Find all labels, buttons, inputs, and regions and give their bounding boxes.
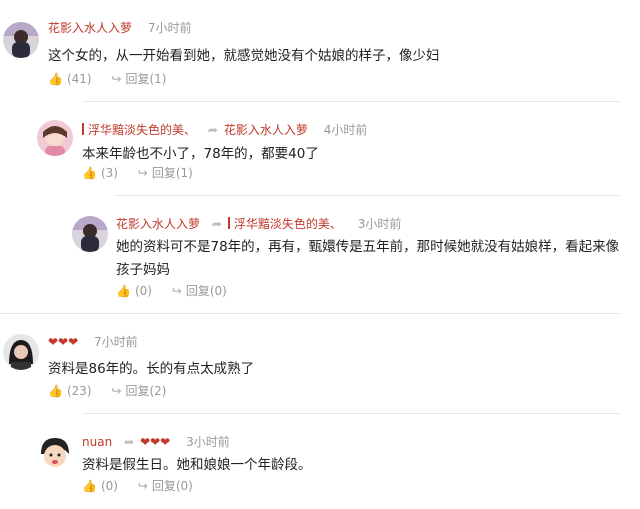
comment-meta: nuan ➦ ❤❤❤ 3小时前 — [82, 434, 230, 450]
comment-text-line-1: 她的资料可不是78年的，再有，甄嬛传是五年前，那时候她就没有姑娘样，看起来像 — [116, 239, 620, 255]
thumbs-up-icon: 👍 — [48, 384, 63, 398]
comment-text: 这个女的，从一开始看到她，就感觉她没有个姑娘的样子，像少妇 — [48, 48, 440, 64]
reply-arrow-icon: ↪ — [111, 384, 122, 398]
username-link[interactable]: ❤❤❤ — [48, 335, 78, 349]
thumbs-up-icon: 👍 — [82, 166, 97, 180]
reply-arrow-icon: ↪ — [171, 284, 182, 298]
comment-text-line-2: 孩子妈妈 — [116, 262, 170, 278]
reply-button[interactable]: ↪ 回复(2) — [111, 383, 166, 399]
reply-button[interactable]: ↪ 回复(0) — [138, 478, 193, 494]
comment-actions: 👍 (23) ↪ 回复(2) — [48, 383, 182, 399]
comment-actions: 👍 (41) ↪ 回复(1) — [48, 71, 182, 87]
reply-arrow-icon: ↪ — [137, 479, 148, 493]
avatar[interactable] — [72, 216, 108, 252]
reply-to-arrow-icon: ➦ — [207, 123, 218, 137]
reply-button[interactable]: ↪ 回复(1) — [111, 71, 166, 87]
reply-to-username-link[interactable]: ❤❤❤ — [140, 435, 170, 449]
divider — [82, 101, 620, 102]
reply-to-username-link[interactable]: 浮华黯淡失色的美、 — [234, 217, 342, 231]
comment-actions: 👍 (0) ↪ 回复(0) — [116, 283, 243, 299]
thumbs-up-icon: 👍 — [116, 284, 131, 298]
comment-actions: 👍 (3) ↪ 回复(1) — [82, 165, 209, 181]
comment-meta: 花影入水人入萝 ➦ 浮华黯淡失色的美、 3小时前 — [116, 216, 401, 232]
comment-actions: 👍 (0) ↪ 回复(0) — [82, 478, 209, 494]
divider — [82, 413, 620, 414]
reply-to-username-link[interactable]: 花影入水人入萝 — [224, 123, 308, 137]
username-link[interactable]: 浮华黯淡失色的美、 — [88, 123, 196, 137]
comment-meta: 浮华黯淡失色的美、 ➦ 花影入水人入萝 4小时前 — [82, 122, 367, 138]
thumbs-up-icon: 👍 — [82, 479, 97, 493]
avatar[interactable] — [3, 334, 39, 370]
reply-arrow-icon: ↪ — [111, 72, 122, 86]
timestamp: 7小时前 — [147, 21, 192, 35]
user-marker — [82, 123, 84, 135]
reply-to-arrow-icon: ➦ — [124, 435, 135, 449]
like-button[interactable]: 👍 (0) — [82, 478, 118, 494]
avatar[interactable] — [37, 434, 73, 470]
avatar[interactable] — [3, 22, 39, 58]
comment-text: 资料是86年的。长的有点太成熟了 — [48, 361, 255, 377]
username-link[interactable]: nuan — [82, 435, 112, 449]
timestamp: 3小时前 — [357, 217, 402, 231]
like-button[interactable]: 👍 (41) — [48, 71, 92, 87]
like-button[interactable]: 👍 (0) — [116, 283, 152, 299]
reply-to-arrow-icon: ➦ — [211, 217, 222, 231]
comment-meta: 花影入水人入萝 7小时前 — [48, 20, 191, 36]
timestamp: 7小时前 — [94, 335, 138, 349]
thumbs-up-icon: 👍 — [48, 72, 63, 86]
like-button[interactable]: 👍 (3) — [82, 165, 118, 181]
user-marker — [227, 217, 230, 229]
timestamp: 3小时前 — [186, 435, 230, 449]
username-link[interactable]: 花影入水人入萝 — [48, 21, 132, 35]
divider — [114, 195, 620, 196]
comment-text: 资料是假生日。她和娘娘一个年龄段。 — [82, 457, 312, 473]
timestamp: 4小时前 — [323, 123, 368, 137]
reply-button[interactable]: ↪ 回复(0) — [172, 283, 227, 299]
divider — [0, 313, 620, 314]
avatar[interactable] — [37, 120, 73, 156]
like-button[interactable]: 👍 (23) — [48, 383, 92, 399]
comment-meta: ❤❤❤ 7小时前 — [48, 334, 138, 350]
reply-button[interactable]: ↪ 回复(1) — [138, 165, 193, 181]
username-link[interactable]: 花影入水人入萝 — [116, 217, 200, 231]
reply-arrow-icon: ↪ — [137, 166, 148, 180]
comment-text: 本来年龄也不小了，78年的，都要40了 — [82, 146, 319, 162]
